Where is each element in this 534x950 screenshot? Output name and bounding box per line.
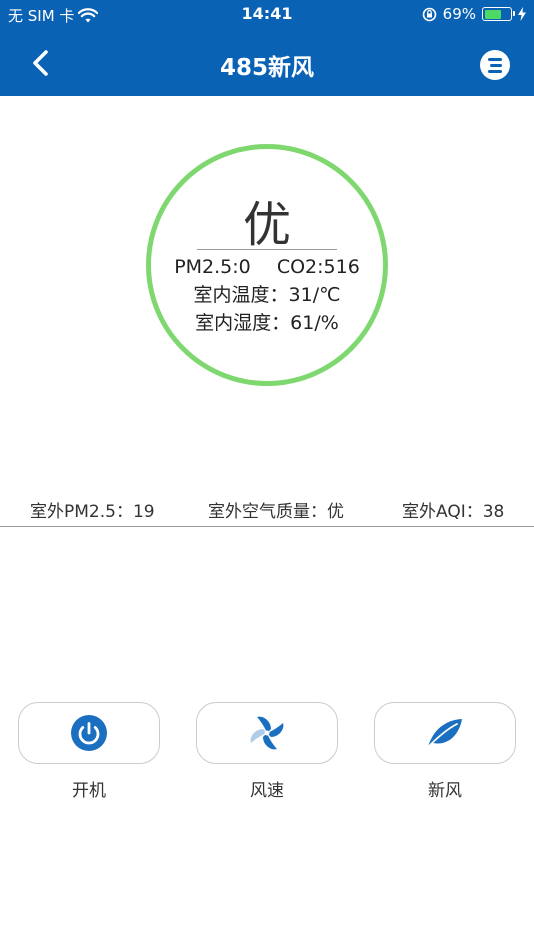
pm-co2-row: PM2.5:0 CO2:516 bbox=[151, 253, 383, 281]
fan-speed-button[interactable] bbox=[196, 702, 338, 764]
outdoor-pm25: 室外PM2.5：19 bbox=[30, 502, 155, 522]
fresh-air-button[interactable] bbox=[374, 702, 516, 764]
list-menu-icon bbox=[488, 58, 502, 61]
nav-bar: 485新风 bbox=[0, 30, 534, 96]
power-label: 开机 bbox=[72, 781, 106, 801]
outdoor-air-quality: 室外空气质量：优 bbox=[208, 502, 344, 522]
power-icon bbox=[71, 715, 107, 751]
outdoor-info: 室外PM2.5：19 室外空气质量：优 室外AQI：38 bbox=[0, 492, 534, 526]
indoor-pm25: PM2.5:0 bbox=[174, 256, 251, 278]
status-right: 69% bbox=[422, 5, 526, 23]
outdoor-aqi: 室外AQI：38 bbox=[402, 502, 505, 522]
page-title: 485新风 bbox=[219, 55, 314, 81]
orientation-lock-icon bbox=[422, 7, 436, 21]
leaf-icon bbox=[427, 719, 462, 748]
ring-divider bbox=[197, 249, 337, 250]
fan-icon bbox=[250, 716, 284, 750]
outdoor-divider bbox=[0, 526, 534, 527]
battery-percent: 69% bbox=[442, 5, 476, 23]
charging-icon bbox=[518, 7, 526, 21]
fan-speed-label: 风速 bbox=[250, 781, 284, 801]
indoor-co2: CO2:516 bbox=[276, 256, 360, 278]
fresh-air-label: 新风 bbox=[428, 781, 462, 801]
indoor-temperature: 室内温度：31/℃ bbox=[193, 284, 341, 306]
power-button[interactable] bbox=[18, 702, 160, 764]
indoor-humidity: 室内湿度：61/% bbox=[195, 312, 339, 334]
menu-button[interactable] bbox=[480, 50, 510, 80]
indoor-air-quality-ring: 优 PM2.5:0 CO2:516 室内温度：31/℃ 室内湿度：61/% bbox=[146, 144, 388, 386]
battery-fill bbox=[484, 9, 502, 19]
list-menu-line bbox=[488, 70, 502, 73]
indoor-readings: PM2.5:0 CO2:516 室内温度：31/℃ 室内湿度：61/% bbox=[151, 253, 383, 337]
status-bar: 无 SIM 卡 14:41 69% bbox=[0, 0, 534, 30]
battery-icon bbox=[482, 7, 515, 21]
indoor-quality-level: 优 bbox=[242, 197, 291, 253]
list-menu-line bbox=[490, 64, 502, 67]
